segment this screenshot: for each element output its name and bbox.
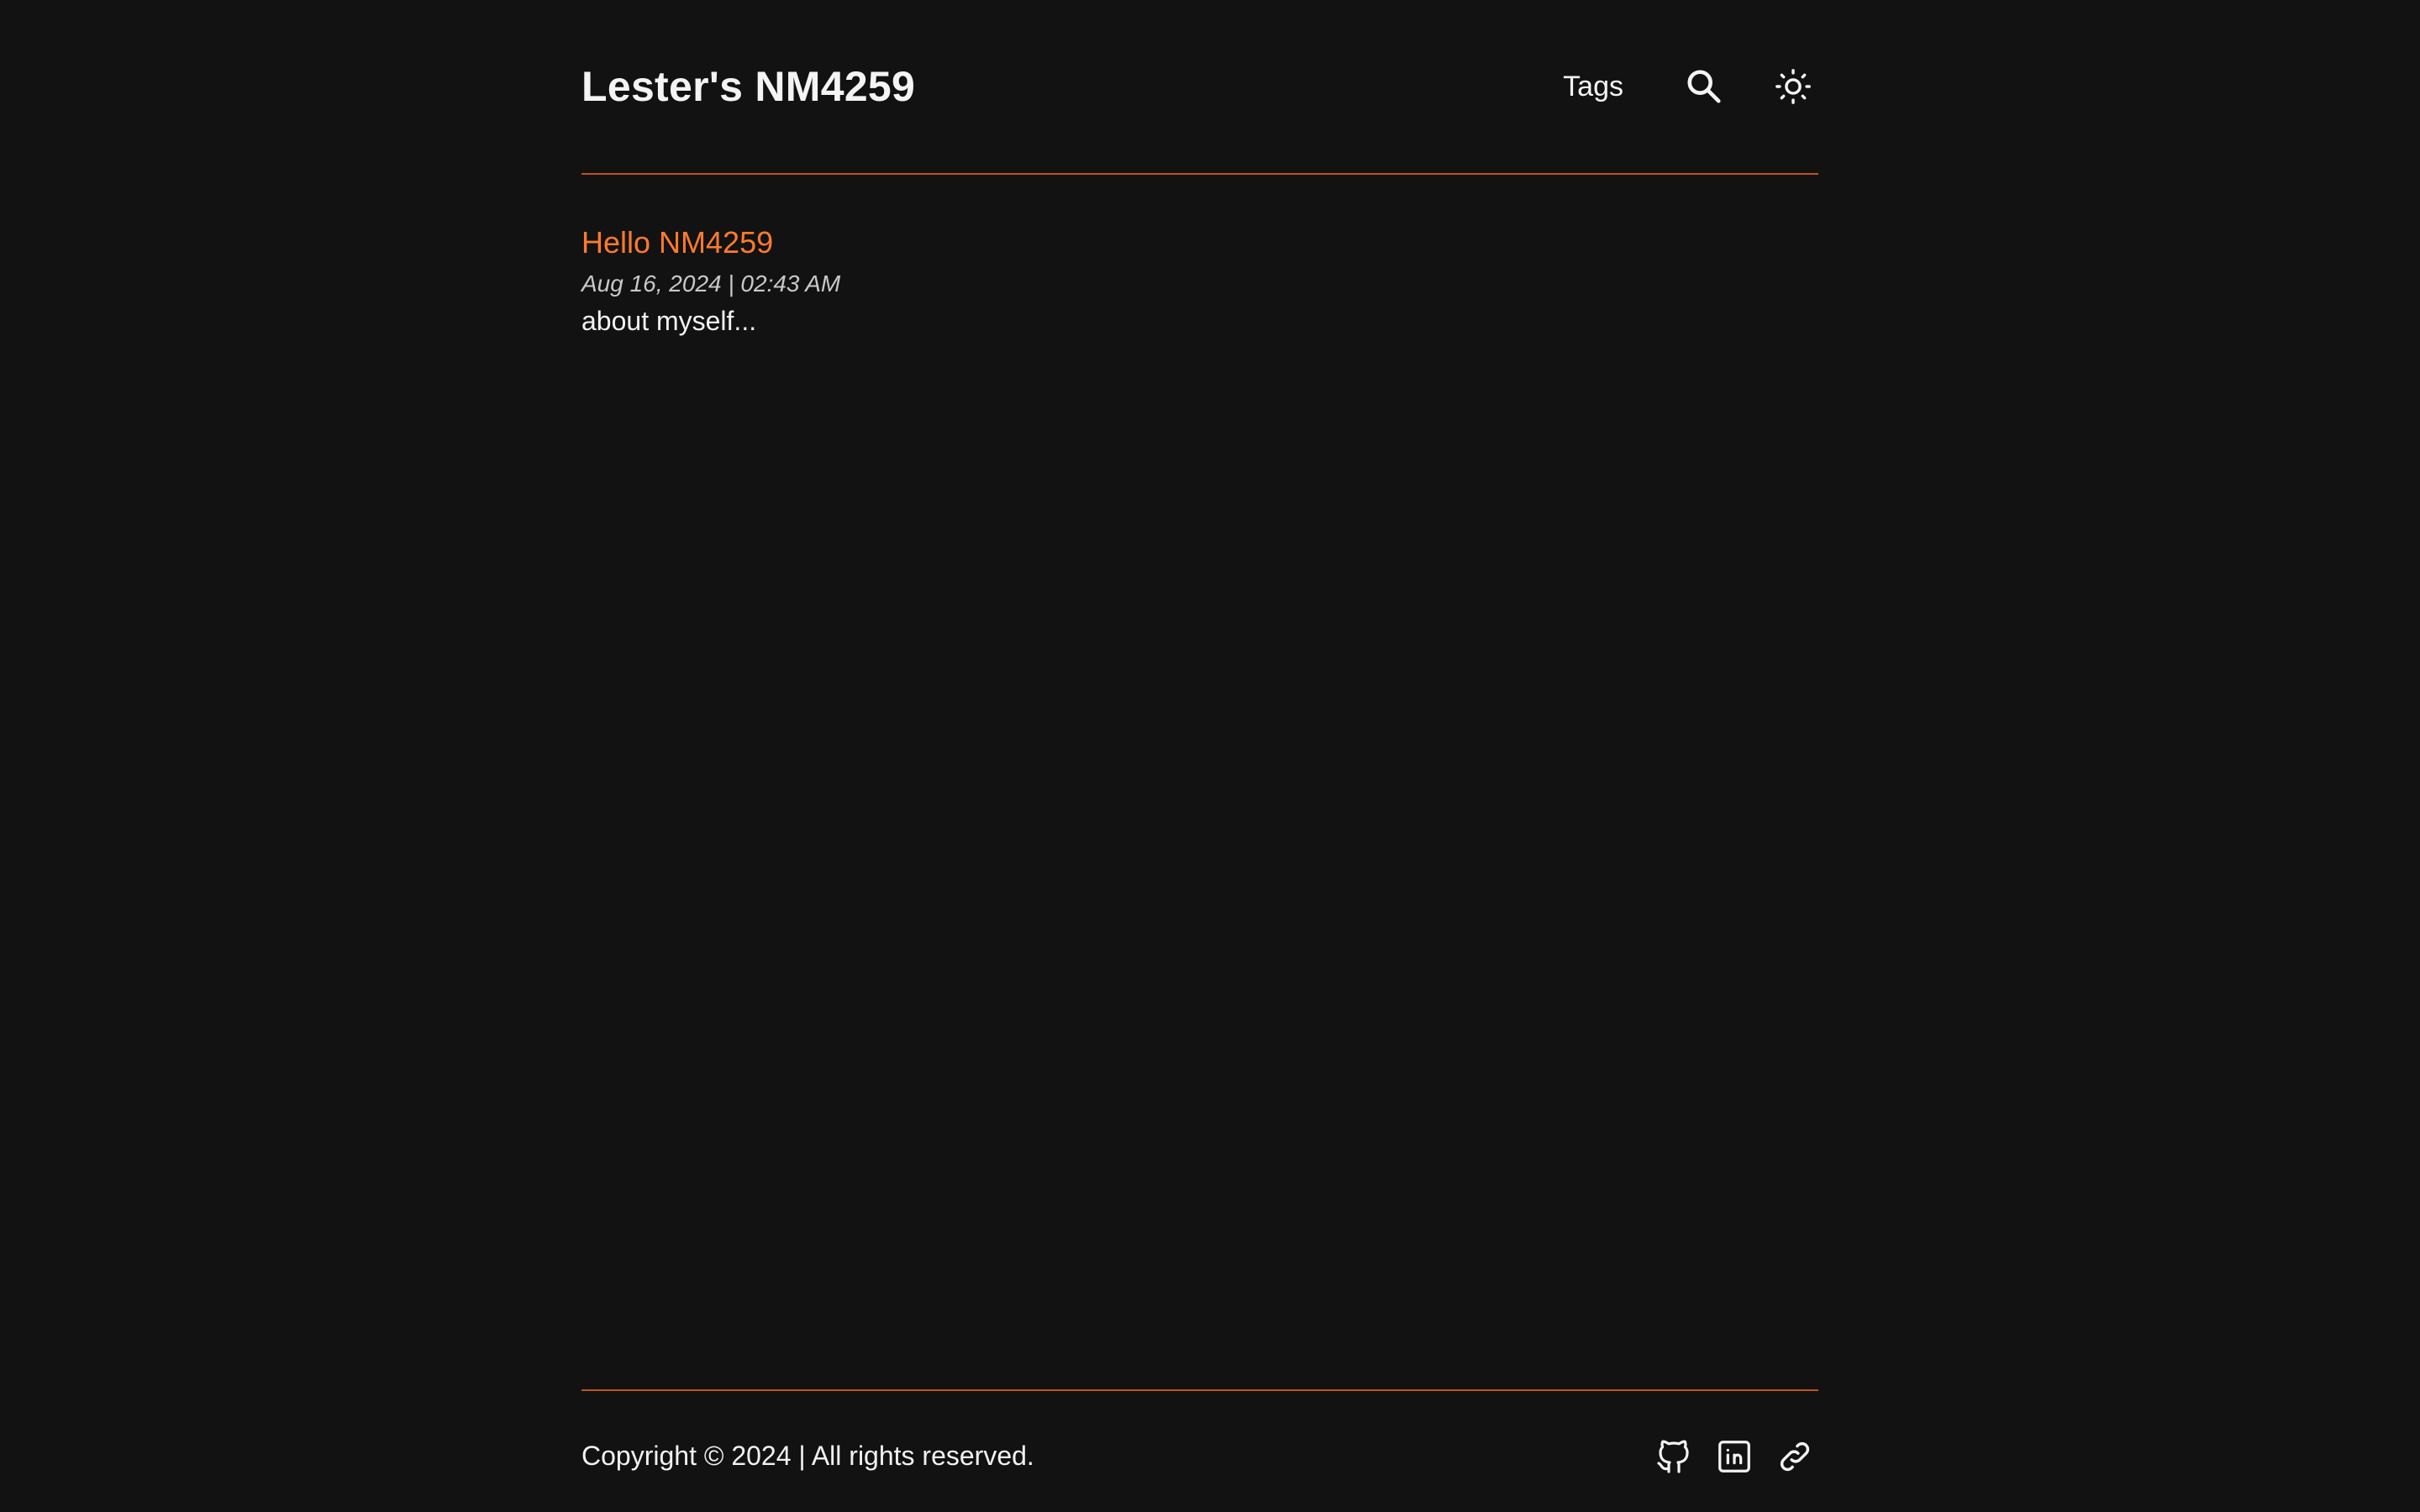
link-icon — [1780, 1441, 1810, 1472]
list-item: Hello NM4259 Aug 16, 2024 | 02:43 AM abo… — [581, 222, 840, 339]
search-button[interactable] — [1679, 61, 1729, 112]
website-link[interactable] — [1771, 1433, 1818, 1480]
linkedin-link[interactable] — [1711, 1433, 1758, 1480]
copyright-text: Copyright © 2024 | All rights reserved. — [581, 1441, 1034, 1471]
github-icon — [1657, 1440, 1689, 1473]
site-footer: Copyright © 2024 | All rights reserved. — [581, 1389, 1818, 1512]
search-icon — [1687, 70, 1721, 103]
github-link[interactable] — [1650, 1433, 1697, 1480]
site-title-link[interactable]: Lester's NM4259 — [581, 57, 915, 116]
main-nav: Tags — [1563, 57, 1818, 116]
social-links — [1637, 1433, 1818, 1480]
page: Lester's NM4259 Tags Hello NM4259 Aug 16… — [0, 0, 2420, 1512]
nav-tags-link[interactable]: Tags — [1563, 71, 1623, 103]
post-description: about myself... — [581, 306, 757, 336]
post-date: Aug 16, 2024 | 02:43 AM — [581, 270, 841, 297]
post-title-link[interactable]: Hello NM4259 — [581, 222, 840, 264]
theme-toggle-button[interactable] — [1768, 61, 1818, 112]
site-header: Lester's NM4259 Tags — [581, 0, 1818, 175]
linkedin-icon — [1718, 1441, 1750, 1473]
post-list: Hello NM4259 Aug 16, 2024 | 02:43 AM abo… — [581, 175, 1818, 1388]
sun-icon — [1776, 69, 1811, 104]
